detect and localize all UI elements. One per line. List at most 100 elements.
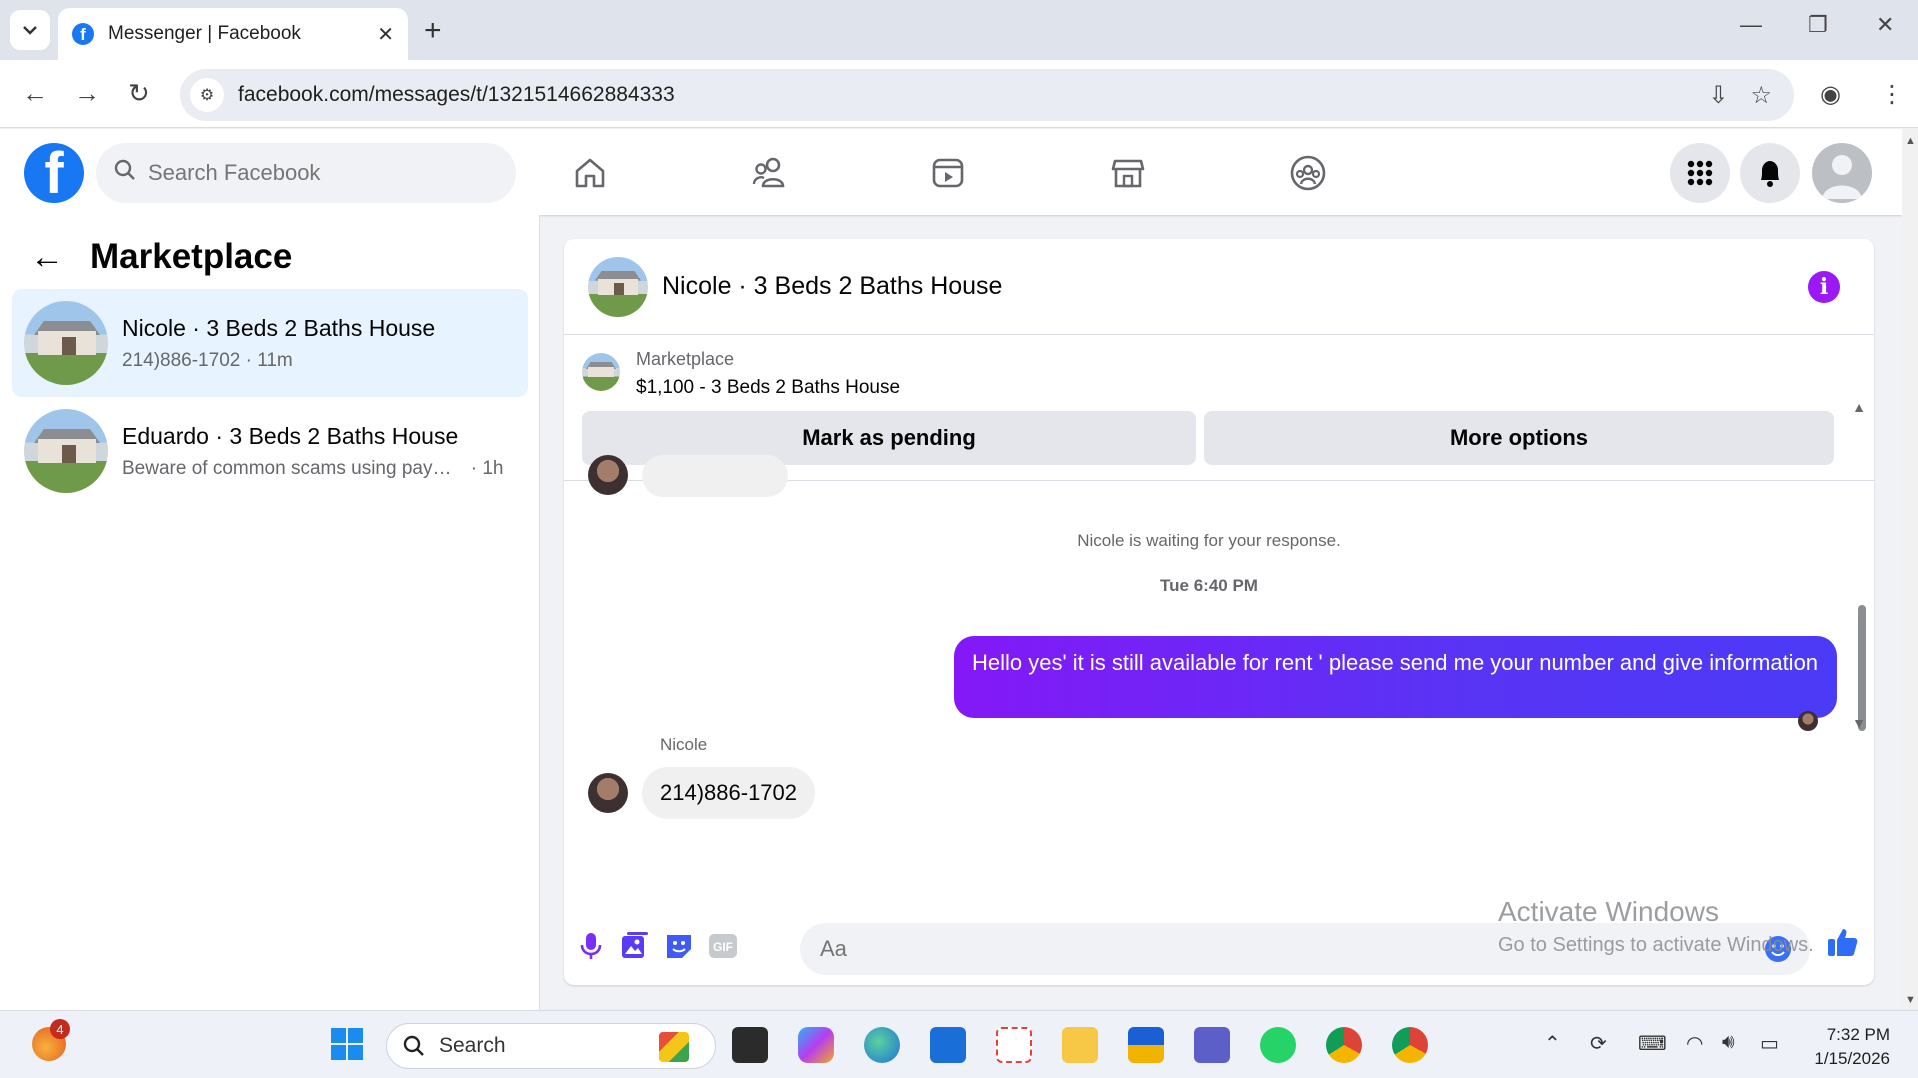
conversation-list-panel: ← Marketplace Nicole · 3 Beds 2 Baths Ho… [0,215,540,1010]
edge-icon[interactable] [864,1027,900,1063]
page-scrollbar[interactable]: ▲ ▼ [1902,129,1918,1010]
volume-icon[interactable]: 🔊︎ [1722,1031,1735,1054]
video-icon[interactable] [926,151,970,195]
windows-taskbar: 4 Search ⌃ ⟳ ⌨ ◠ 🔊︎ ▭ 7:32 PM 1/15/2026 [0,1010,1918,1078]
activation-watermark: Activate Windows Go to Settings to activ… [1498,896,1814,957]
chrome-menu-icon[interactable]: ⋮ [1880,80,1904,109]
conversation-name: Eduardo · 3 Beds 2 Baths House [122,422,459,449]
tab-close-icon[interactable]: ✕ [377,22,394,47]
notification-badge: 4 [50,1019,70,1039]
sync-icon[interactable]: ⟳ [1590,1031,1607,1056]
install-app-icon[interactable]: ⇩ [1708,81,1728,110]
like-thumbs-up-icon[interactable] [1826,925,1860,959]
listing-thumbnail [24,409,108,493]
forward-arrow-icon[interactable]: → [74,78,100,109]
chrome-icon[interactable] [1392,1027,1428,1063]
photo-icon[interactable] [618,929,652,963]
task-view-icon[interactable] [732,1027,768,1063]
wifi-icon[interactable]: ◠ [1686,1031,1703,1056]
new-tab-button[interactable]: + [424,14,442,48]
minimize-icon[interactable]: — [1740,12,1762,38]
restore-icon[interactable]: ❐ [1808,12,1828,38]
taskbar-search[interactable]: Search [386,1023,716,1069]
info-icon[interactable]: i [1808,271,1840,303]
microphone-icon[interactable] [574,929,608,963]
gif-icon[interactable]: GIF [706,929,740,963]
account-avatar[interactable] [1812,143,1872,203]
address-bar[interactable]: ⚙ facebook.com/messages/t/13215146628843… [180,69,1794,121]
outgoing-message: Hello yes' it is still available for ren… [954,636,1837,718]
chrome-profile-icon[interactable] [1326,1027,1362,1063]
reload-icon[interactable]: ↻ [128,78,150,109]
chat-title[interactable]: Nicole · 3 Beds 2 Baths House [662,272,1002,301]
conversation-name: Nicole · 3 Beds 2 Baths House [122,314,436,341]
menu-grid-icon[interactable] [1670,143,1730,203]
show-hidden-icons-icon[interactable]: ⌃ [1544,1031,1561,1056]
chat-header: Nicole · 3 Beds 2 Baths House i [564,239,1874,335]
site-info-icon[interactable]: ⚙ [190,78,224,112]
conversation-preview: Beware of common scams using pay… [122,457,452,479]
teams-icon[interactable] [1194,1027,1230,1063]
friends-icon[interactable] [748,151,792,195]
watermark-title: Activate Windows [1498,896,1719,927]
search-input[interactable] [148,160,488,186]
browser-tab-active[interactable]: f Messenger | Facebook ✕ [58,8,408,60]
url-text[interactable]: facebook.com/messages/t/1321514662884333 [238,83,1708,107]
copilot-icon[interactable] [798,1027,834,1063]
tab-search-dropdown[interactable] [10,10,50,50]
windows-start-icon[interactable] [330,1027,364,1066]
clock-date: 1/15/2026 [1814,1049,1890,1068]
notifications-bell-icon[interactable] [1740,143,1800,203]
home-icon[interactable] [568,151,612,195]
system-clock[interactable]: 7:32 PM 1/15/2026 [1814,1023,1890,1071]
facebook-logo-icon[interactable]: f [24,143,84,203]
panel-header: ← Marketplace [30,237,292,277]
waiting-notice: Nicole is waiting for your response. [1077,531,1341,550]
scroll-down-icon[interactable]: ▼ [1905,994,1916,1006]
search-icon [114,159,136,187]
keyboard-icon[interactable]: ⌨ [1638,1031,1667,1056]
back-arrow-icon[interactable]: ← [22,78,48,109]
back-arrow-icon[interactable]: ← [30,238,64,277]
facebook-header: f [0,129,1902,215]
scroll-up-icon[interactable]: ▲ [1905,135,1916,147]
conversation-item-nicole[interactable]: Nicole · 3 Beds 2 Baths House 214)886-17… [12,289,528,397]
more-options-button[interactable]: More options [1204,411,1834,465]
conversation-time: · 1h [470,457,504,479]
chevron-down-icon [23,26,37,35]
sender-name: Nicole [660,735,708,754]
listing-title[interactable]: $1,100 - 3 Beds 2 Baths House [636,377,900,399]
facebook-favicon-icon: f [72,23,94,45]
scroll-up-icon[interactable]: ▲ [1852,399,1866,415]
browser-tabbar: f Messenger | Facebook ✕ + — ❐ ✕ [0,0,1918,60]
window-close-icon[interactable]: ✕ [1876,12,1894,38]
avatar [588,455,628,495]
avatar [588,773,628,813]
message-thread: Nicole is waiting for your response. Tue… [564,455,1874,911]
file-explorer-icon[interactable] [1062,1027,1098,1063]
seen-avatar [1798,711,1818,731]
conversation-preview: 214)886-1702 · 11m [122,349,293,371]
conversation-item-eduardo[interactable]: Eduardo · 3 Beds 2 Baths House Beware of… [12,397,528,505]
previous-message-bubble [642,455,788,497]
groups-icon[interactable] [1286,151,1330,195]
chat-scrollbar[interactable] [1858,605,1866,731]
bookmark-star-icon[interactable]: ☆ [1750,81,1772,110]
listing-thumbnail[interactable] [588,256,648,317]
facebook-search[interactable] [96,143,516,203]
watermark-subtitle: Go to Settings to activate Windows. [1498,934,1814,956]
profile-icon[interactable]: ◉ [1820,80,1841,109]
marketplace-icon[interactable] [1106,151,1150,195]
scroll-down-icon[interactable]: ▼ [1852,715,1866,731]
default-avatar-icon [1822,155,1862,199]
sticker-icon[interactable] [662,929,696,963]
svg-text:GIF: GIF [713,940,733,954]
incoming-message: 214)886-1702 [642,767,816,819]
listing-thumbnail[interactable] [582,353,620,391]
whatsapp-icon[interactable] [1260,1027,1296,1063]
microsoft-store-icon[interactable] [1128,1027,1164,1063]
snipping-tool-icon[interactable] [996,1027,1032,1063]
battery-icon[interactable]: ▭ [1760,1031,1779,1056]
outlook-icon[interactable] [930,1027,966,1063]
tab-title: Messenger | Facebook [108,23,301,44]
